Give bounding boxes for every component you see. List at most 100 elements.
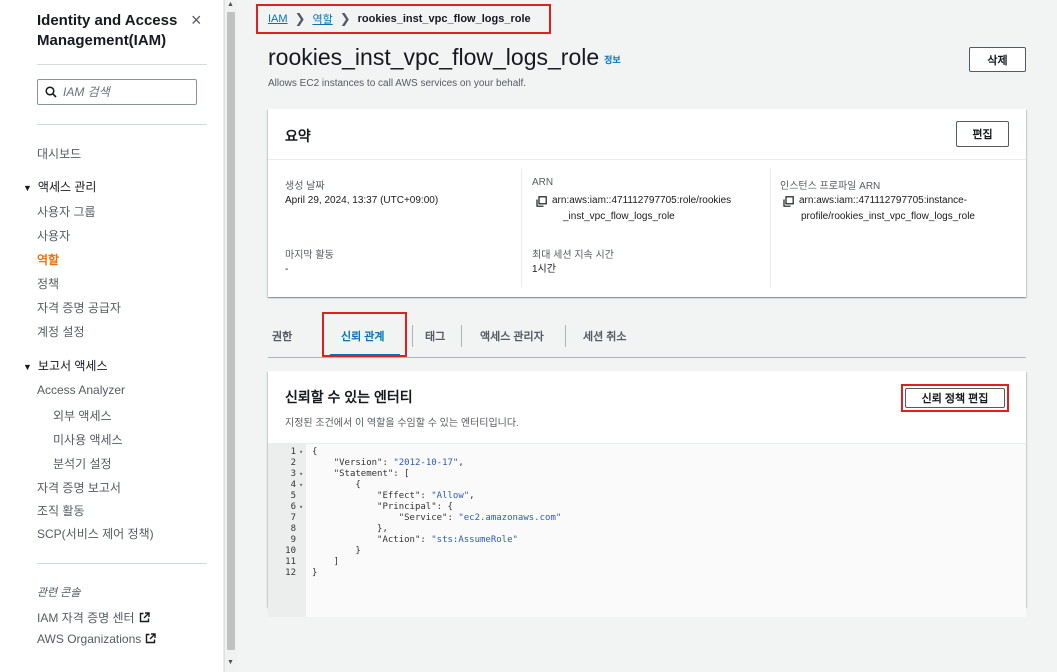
sidebar-item-credential-report[interactable]: 자격 증명 보고서	[37, 479, 121, 496]
summary-edit-button[interactable]: 편집	[956, 121, 1009, 147]
sidebar-divider	[37, 563, 207, 564]
instance-profile-line: arn:aws:iam::471112797705:instance-	[799, 195, 968, 206]
link-label: IAM 자격 증명 센터	[37, 611, 135, 625]
instance-profile-line: profile/rookies_inst_vpc_flow_logs_role	[801, 211, 975, 222]
arn-line: arn:aws:iam::471112797705:role/rookies	[552, 195, 732, 206]
tab-access-advisor[interactable]: 액세스 관리자	[480, 328, 544, 344]
external-link-icon	[139, 612, 150, 623]
policy-code-editor[interactable]: 1 ▾{2 "Version": "2012-10-17", 3 ▾ "Stateme…	[268, 443, 1026, 617]
code-token: ,	[458, 458, 464, 468]
line-number: 12	[285, 568, 296, 578]
sidebar-item-unused-access[interactable]: 미사용 액세스	[53, 431, 123, 448]
line-number: 5	[290, 491, 296, 501]
scroll-thumb[interactable]	[227, 12, 235, 650]
sidebar-item-dashboard[interactable]: 대시보드	[37, 145, 81, 162]
sidebar-item-user-groups[interactable]: 사용자 그룹	[37, 203, 96, 220]
copy-icon[interactable]	[783, 196, 794, 207]
code-text: }	[312, 568, 317, 579]
tab-divider	[412, 325, 413, 347]
delete-button[interactable]: 삭제	[969, 47, 1026, 72]
chevron-right-icon: ❯	[294, 11, 306, 26]
code-token: ,	[469, 491, 475, 501]
sidebar-item-organizations[interactable]: AWS Organizations	[37, 632, 156, 646]
info-link[interactable]: 정보	[604, 55, 621, 65]
code-token: :	[447, 513, 459, 523]
code-token: : [	[393, 469, 410, 479]
page-title-text: rookies_inst_vpc_flow_logs_role	[268, 44, 600, 70]
fold-icon[interactable]: ▾	[299, 502, 303, 513]
sidebar-item-external-access[interactable]: 외부 액세스	[53, 407, 112, 424]
trusted-entities-card: 신뢰할 수 있는 엔터티 지정된 조건에서 이 역할을 수임할 수 있는 엔터티…	[268, 371, 1026, 617]
sidebar-section-access-mgmt[interactable]: ▼ 액세스 관리	[23, 178, 96, 195]
sidebar-divider	[37, 124, 207, 125]
sidebar-item-scp[interactable]: SCP(서비스 제어 정책)	[37, 525, 154, 542]
section-label: 액세스 관리	[37, 180, 97, 194]
sidebar-item-identity-center[interactable]: IAM 자격 증명 센터	[37, 609, 150, 626]
code-token: "Effect"	[377, 491, 421, 501]
max-session-value: 1시간	[532, 264, 556, 275]
code-text: "Effect": "Allow",	[312, 491, 475, 502]
trusted-description: 지정된 조건에서 이 역할을 수임할 수 있는 엔터티입니다.	[285, 418, 519, 429]
sidebar: Identity and Access Management(IAM) × 대시…	[0, 0, 224, 672]
code-token: "ec2.amazonaws.com"	[458, 513, 562, 523]
summary-heading: 요약	[285, 128, 311, 144]
sidebar-section-report-access[interactable]: ▼ 보고서 액세스	[23, 357, 108, 374]
tab-tags[interactable]: 태그	[425, 328, 445, 344]
instance-profile-value: arn:aws:iam::471112797705:instance- prof…	[799, 193, 975, 225]
sidebar-search[interactable]	[37, 79, 197, 105]
close-icon[interactable]: ×	[191, 10, 202, 31]
scrollbar[interactable]: ▲ ▼	[224, 0, 237, 672]
search-input[interactable]	[63, 85, 183, 99]
code-token: }	[312, 568, 318, 578]
code-token: {	[312, 447, 318, 457]
line-number: 4	[290, 480, 296, 490]
scroll-down-icon[interactable]: ▼	[227, 659, 234, 666]
breadcrumb-iam[interactable]: IAM	[268, 13, 288, 25]
code-token: :	[420, 491, 432, 501]
trusted-heading: 신뢰할 수 있는 엔터티	[285, 389, 413, 405]
link-label: AWS Organizations	[37, 632, 142, 646]
sidebar-item-identity-providers[interactable]: 자격 증명 공급자	[37, 299, 121, 316]
code-token: :	[382, 458, 394, 468]
sidebar-item-policies[interactable]: 정책	[37, 275, 59, 292]
line-number: 1	[290, 447, 296, 457]
sidebar-item-roles[interactable]: 역할	[37, 251, 59, 268]
code-token: {	[312, 480, 361, 490]
sidebar-divider	[37, 64, 207, 65]
column-divider	[770, 169, 771, 287]
tab-revoke-sessions[interactable]: 세션 취소	[583, 328, 627, 344]
fold-icon[interactable]: ▾	[299, 469, 303, 480]
code-token: "Action"	[377, 535, 421, 545]
copy-icon[interactable]	[536, 196, 547, 207]
code-token: },	[312, 524, 388, 534]
line-number: 7	[290, 513, 296, 523]
caret-down-icon: ▼	[23, 362, 32, 372]
sidebar-item-account-settings[interactable]: 계정 설정	[37, 323, 85, 340]
related-consoles-label: 관련 콘솔	[37, 587, 81, 599]
code-text: {	[312, 480, 361, 491]
edit-trust-policy-button[interactable]: 신뢰 정책 편집	[905, 388, 1005, 408]
fold-icon[interactable]: ▾	[299, 447, 303, 458]
code-text: },	[312, 524, 388, 535]
code-text: {	[312, 447, 317, 458]
instance-profile-label: 인스턴스 프로파일 ARN	[780, 181, 881, 192]
sidebar-item-access-analyzer[interactable]: Access Analyzer	[37, 383, 125, 397]
sidebar-item-org-activity[interactable]: 조직 활동	[37, 502, 85, 519]
fold-icon[interactable]: ▾	[299, 480, 303, 491]
tab-permissions[interactable]: 권한	[272, 328, 292, 344]
code-token: "Statement"	[333, 469, 394, 479]
scroll-up-icon[interactable]: ▲	[227, 1, 234, 8]
tab-divider	[461, 325, 462, 347]
code-text: "Principal": {	[312, 502, 453, 513]
breadcrumb-roles[interactable]: 역할	[312, 11, 332, 27]
code-text: ]	[312, 557, 339, 568]
sidebar-item-analyzer-settings[interactable]: 분석기 설정	[53, 455, 112, 472]
sidebar-item-users[interactable]: 사용자	[37, 227, 70, 244]
code-text: }	[312, 546, 360, 557]
sidebar-title: Identity and Access Management(IAM)	[37, 12, 178, 49]
code-token: ]	[312, 557, 340, 567]
